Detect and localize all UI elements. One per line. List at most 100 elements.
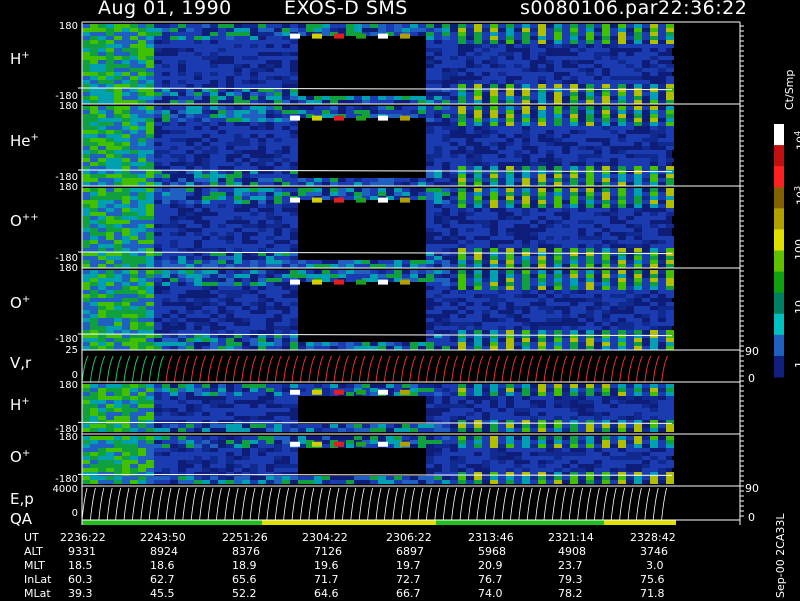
heat-cell [378,72,386,76]
heat-cell [426,28,434,32]
heat-cell [466,282,474,286]
heat-cell [626,264,634,268]
heat-cell [346,248,354,252]
heat-cell [290,322,298,326]
heat-cell [626,92,634,96]
heat-cell [338,162,346,166]
heat-cell [90,322,98,326]
heat-cell [162,40,170,44]
heat-cell [450,114,458,118]
heat-cell [362,342,370,346]
heat-cell [242,32,250,36]
heat-cell [362,338,370,342]
heat-cell [346,154,354,158]
heat-cell [282,188,290,192]
heat-cell [122,28,130,32]
heat-cell [170,232,178,236]
heat-cell [370,232,378,236]
heat-cell [386,106,394,110]
heat-cell [290,314,298,318]
heat-cell [370,322,378,326]
heat-cell [322,208,330,212]
heat-cell [570,76,578,80]
heat-cell [490,110,498,114]
heat-cell [466,166,474,170]
heat-cell [578,76,586,80]
heat-cell [178,248,186,252]
heat-cell [394,310,402,314]
heat-cell [554,182,562,186]
heat-cell [282,118,290,122]
heat-cell [306,314,314,318]
heat-cell [498,174,506,178]
heat-cell [578,158,586,162]
heat-cell [530,48,538,52]
heat-cell [410,60,418,64]
heat-cell [442,106,450,110]
heat-cell [546,196,554,200]
heat-cell [162,110,170,114]
heat-cell [418,232,426,236]
heat-cell [226,126,234,130]
heat-cell [618,204,626,208]
heat-cell [258,318,266,322]
heat-cell [498,302,506,306]
heat-cell [426,338,434,342]
heat-cell [410,318,418,322]
heat-cell [138,326,146,330]
heat-cell [458,326,466,330]
heat-cell [458,142,466,146]
heat-cell [194,92,202,96]
heat-cell [306,208,314,212]
heat-cell [282,174,290,178]
heat-cell [258,114,266,118]
heat-cell [226,294,234,298]
heat-cell [314,188,322,192]
heat-cell [146,106,154,110]
heat-cell [474,114,482,118]
heat-cell [322,158,330,162]
heat-cell [602,294,610,298]
heat-cell [154,342,162,346]
heat-cell [642,162,650,166]
heat-cell [154,260,162,264]
heat-cell [666,44,674,48]
heat-cell [306,228,314,232]
heat-cell [578,174,586,178]
heat-cell [498,252,506,256]
heat-cell [162,150,170,154]
heat-cell [634,306,642,310]
heat-cell [106,294,114,298]
heat-cell [346,28,354,32]
heat-cell [506,260,514,264]
heat-cell [410,274,418,278]
heat-cell [506,224,514,228]
heat-cell [210,192,218,196]
heat-cell [410,146,418,150]
heat-cell [194,72,202,76]
heat-cell [586,188,594,192]
heat-cell [82,126,90,130]
heat-cell [402,84,410,88]
heat-cell [90,256,98,260]
heat-cell [106,200,114,204]
heat-cell [178,96,186,100]
heat-cell [586,314,594,318]
heat-cell [354,146,362,150]
heat-cell [402,150,410,154]
heat-cell [522,330,530,334]
heat-cell [330,244,338,248]
heat-cell [138,72,146,76]
heat-cell [610,204,618,208]
heat-cell [250,208,258,212]
heat-cell [290,28,298,32]
heat-cell [410,158,418,162]
heat-cell [114,204,122,208]
heat-cell [586,28,594,32]
heat-cell [482,80,490,84]
heat-cell [498,118,506,122]
heat-cell [330,306,338,310]
heat-cell [202,322,210,326]
heat-cell [122,56,130,60]
heat-cell [426,80,434,84]
